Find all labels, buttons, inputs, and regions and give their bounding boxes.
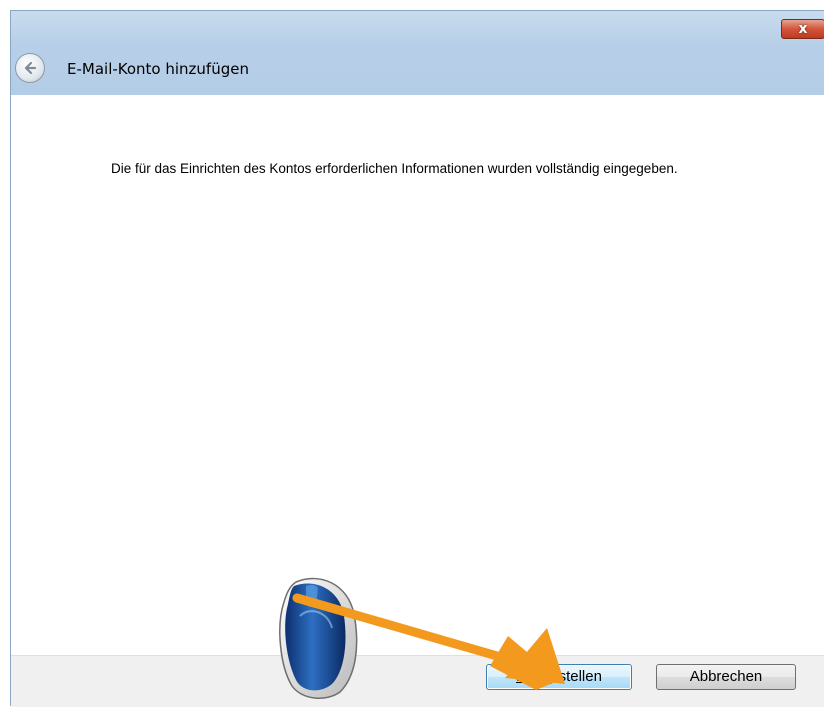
completion-message: Die für das Einrichten des Kontos erford… <box>111 161 678 176</box>
finish-button[interactable]: Fertig stellen <box>486 664 632 690</box>
dialog-title: E-Mail-Konto hinzufügen <box>67 60 249 78</box>
content-area: Die für das Einrichten des Kontos erford… <box>11 95 824 655</box>
computer-mouse-icon <box>279 577 358 699</box>
close-button[interactable]: x <box>781 19 824 39</box>
back-button[interactable] <box>15 53 45 83</box>
close-icon: x <box>798 21 808 37</box>
titlebar: E-Mail-Konto hinzufügen x <box>11 11 824 95</box>
dialog-window: E-Mail-Konto hinzufügen x Die für das Ei… <box>10 10 824 707</box>
back-arrow-icon <box>24 61 37 75</box>
cancel-button[interactable]: Abbrechen <box>656 664 796 690</box>
